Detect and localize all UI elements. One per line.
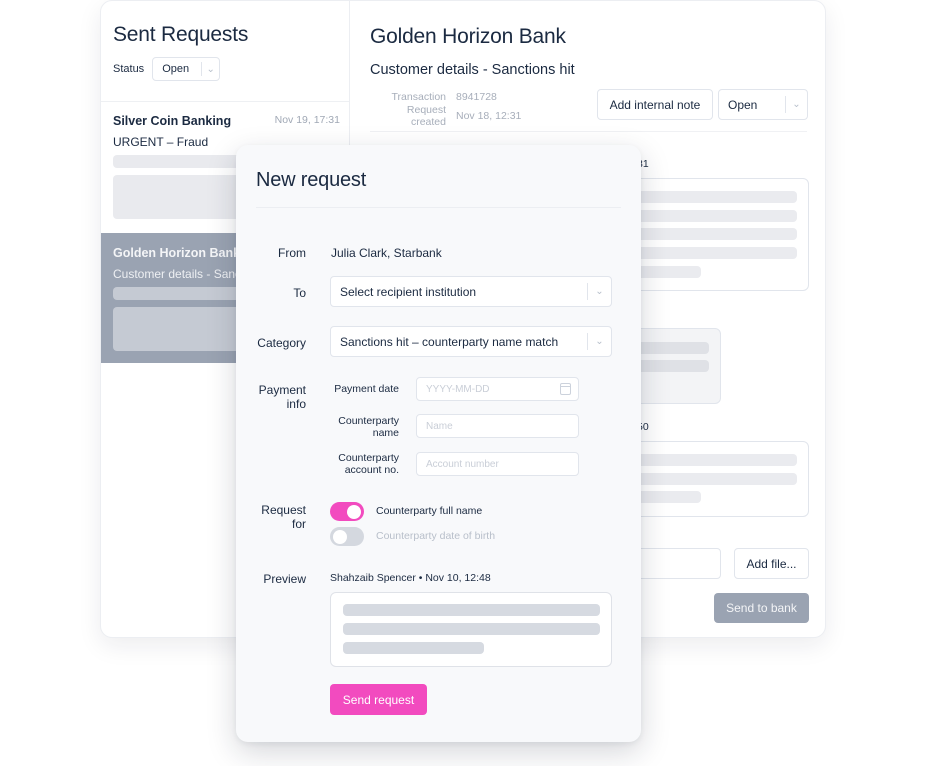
chevron-down-icon: ⌄	[785, 95, 807, 114]
category-label: Category	[257, 336, 306, 350]
from-label: From	[278, 246, 306, 260]
preview-label: Preview	[263, 572, 306, 586]
chevron-down-icon: ⌄	[587, 282, 611, 301]
meta-value: 8941728	[456, 90, 497, 103]
skeleton-line	[343, 604, 600, 616]
request-subject: URGENT – Fraud	[113, 135, 209, 149]
skeleton-line	[343, 642, 484, 654]
toggle-counterparty-dob[interactable]	[330, 527, 364, 546]
status-label: Status	[113, 63, 145, 75]
meta-row-created: Request created Nov 18, 12:31	[370, 103, 522, 128]
recipient-select-value: Select recipient institution	[340, 284, 477, 299]
calendar-icon[interactable]	[560, 383, 571, 395]
detail-status-value: Open	[728, 97, 758, 112]
counterparty-account-input[interactable]: Account number	[416, 452, 579, 476]
detail-subtitle: Customer details - Sanctions hit	[370, 62, 575, 78]
chevron-down-icon: ⌄	[587, 332, 611, 351]
recipient-select[interactable]: Select recipient institution ⌄	[330, 276, 612, 307]
detail-title: Golden Horizon Bank	[370, 25, 566, 48]
status-select-value: Open	[162, 63, 190, 75]
meta-value: Nov 18, 12:31	[456, 109, 522, 122]
send-to-bank-button[interactable]: Send to bank	[714, 593, 809, 623]
modal-divider	[256, 207, 621, 208]
status-select[interactable]: Open ⌄	[152, 57, 221, 81]
preview-box	[330, 592, 612, 667]
add-file-button[interactable]: Add file...	[734, 548, 809, 579]
category-select-value: Sanctions hit – counterparty name match	[340, 334, 559, 349]
toggle-knob	[347, 504, 361, 519]
counterparty-name-input[interactable]: Name	[416, 414, 579, 438]
skeleton-line	[343, 623, 600, 635]
toggle-counterparty-full-name[interactable]	[330, 502, 364, 521]
payment-info-label: Payment info	[258, 383, 306, 411]
request-for-label: Request for	[261, 503, 306, 531]
category-select[interactable]: Sanctions hit – counterparty name match …	[330, 326, 612, 357]
send-request-button[interactable]: Send request	[330, 684, 427, 715]
chevron-down-icon: ⌄	[201, 62, 219, 76]
detail-divider	[370, 131, 807, 132]
payment-date-label: Payment date	[334, 383, 399, 395]
modal-title: New request	[256, 169, 367, 191]
payment-date-placeholder: YYYY-MM-DD	[426, 383, 490, 395]
request-time: Nov 19, 17:31	[274, 114, 340, 126]
sidebar-title: Sent Requests	[113, 23, 249, 46]
detail-meta: Transaction 8941728 Request created Nov …	[370, 87, 522, 128]
meta-key: Transaction	[391, 90, 446, 103]
toggle-label-full-name: Counterparty full name	[376, 505, 483, 517]
counterparty-name-placeholder: Name	[426, 420, 453, 432]
counterparty-name-label: Counterparty name	[338, 415, 399, 439]
toggle-knob	[333, 529, 347, 544]
toggle-label-dob: Counterparty date of birth	[376, 530, 496, 542]
counterparty-account-placeholder: Account number	[426, 458, 499, 470]
payment-date-input[interactable]: YYYY-MM-DD	[416, 377, 579, 401]
detail-status-select[interactable]: Open ⌄	[718, 89, 808, 120]
new-request-modal: New request From Julia Clark, Starbank T…	[236, 145, 641, 742]
counterparty-account-label: Counterparty account no.	[338, 452, 399, 476]
preview-meta: Shahzaib Spencer • Nov 10, 12:48	[330, 572, 491, 584]
request-bank-name: Silver Coin Banking	[113, 114, 232, 128]
status-filter: Status Open ⌄	[113, 57, 221, 81]
request-bank-name: Golden Horizon Bank	[113, 246, 241, 260]
add-internal-note-button[interactable]: Add internal note	[597, 89, 713, 120]
from-value: Julia Clark, Starbank	[331, 246, 442, 260]
meta-key: Request created	[406, 103, 446, 128]
to-label: To	[293, 286, 306, 300]
